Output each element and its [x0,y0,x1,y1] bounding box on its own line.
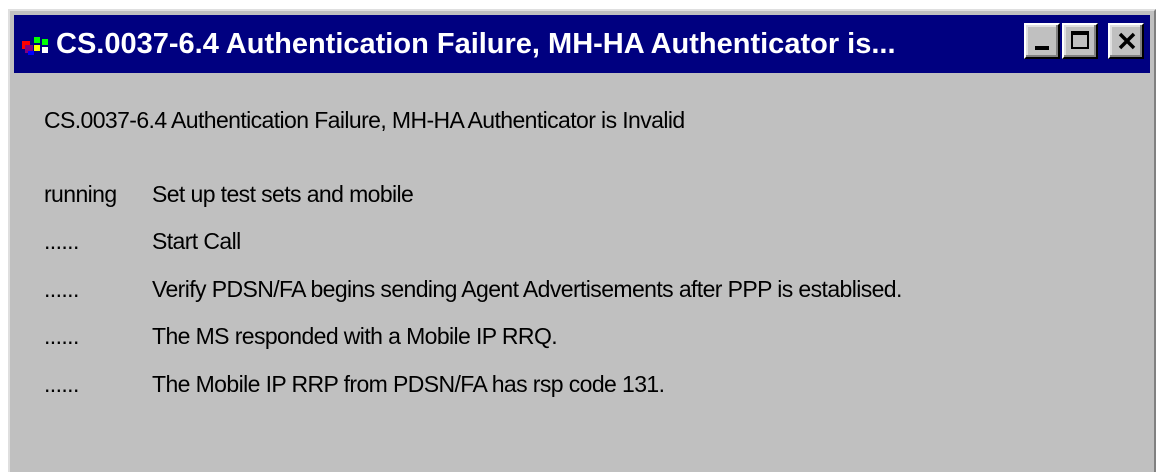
step-status: ...... [44,228,79,254]
step-status: ...... [44,276,79,302]
close-button[interactable] [1108,23,1144,59]
window-title: CS.0037-6.4 Authentication Failure, MH-H… [56,28,896,60]
step-status: ...... [44,323,79,349]
test-case-heading: CS.0037-6.4 Authentication Failure, MH-H… [44,107,685,133]
maximize-icon [1071,31,1089,49]
step-text: Set up test sets and mobile [152,181,414,207]
step-status: running [44,181,117,207]
close-icon [1118,32,1136,50]
app-icon[interactable] [22,35,50,57]
title-bar[interactable]: CS.0037-6.4 Authentication Failure, MH-H… [14,15,1150,73]
step-text: Verify PDSN/FA begins sending Agent Adve… [152,276,902,302]
minimize-button[interactable] [1024,23,1060,59]
step-text: The Mobile IP RRP from PDSN/FA has rsp c… [152,371,665,397]
step-status: ...... [44,371,79,397]
step-text: Start Call [152,228,241,254]
minimize-icon [1035,46,1049,50]
test-progress-window: CS.0037-6.4 Authentication Failure, MH-H… [8,9,1156,472]
maximize-button[interactable] [1062,23,1098,59]
step-text: The MS responded with a Mobile IP RRQ. [152,323,558,349]
